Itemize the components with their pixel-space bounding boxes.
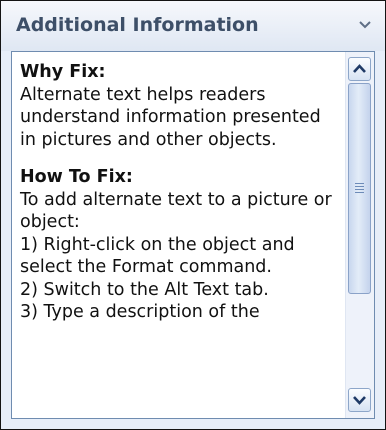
why-fix-body: Alternate text helps readers understand … <box>20 84 321 150</box>
chevron-down-icon <box>359 21 371 29</box>
information-text: Why Fix: Alternate text helps readers un… <box>20 61 338 324</box>
arrow-up-icon <box>353 64 366 73</box>
grip-icon <box>355 183 364 195</box>
panel-header[interactable]: Additional Information <box>1 1 385 51</box>
arrow-down-icon <box>353 396 366 405</box>
why-fix-heading: Why Fix: <box>20 62 106 82</box>
vertical-scrollbar[interactable] <box>345 52 374 418</box>
how-to-fix-heading: How To Fix: <box>20 167 133 187</box>
scroll-down-button[interactable] <box>348 388 371 412</box>
scroll-thumb[interactable] <box>348 83 371 294</box>
collapse-button[interactable] <box>353 13 377 37</box>
how-to-fix-body: To add alternate text to a picture or ob… <box>20 189 332 323</box>
information-content: Why Fix: Alternate text helps readers un… <box>11 51 375 419</box>
panel-title: Additional Information <box>16 14 259 36</box>
additional-information-panel: Additional Information Why Fix: Alternat… <box>0 0 386 430</box>
scroll-up-button[interactable] <box>348 57 371 81</box>
